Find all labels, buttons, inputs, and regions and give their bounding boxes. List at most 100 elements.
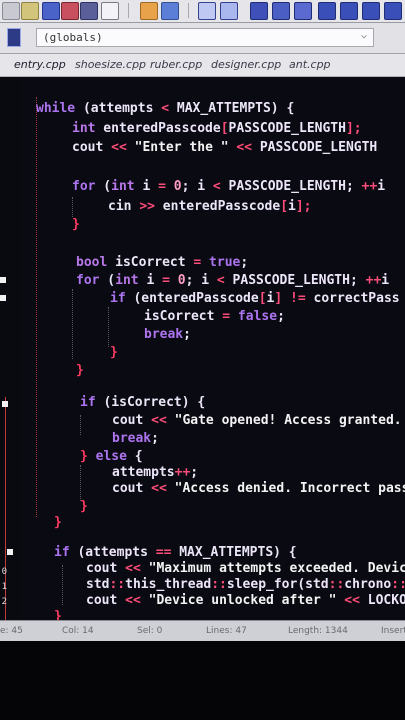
code-token: cout	[72, 140, 112, 155]
code-line[interactable]: if (attempts == MAX_ATTEMPTS) {	[54, 545, 297, 561]
code-token: LOCKOUT	[367, 593, 405, 608]
code-token: false	[230, 309, 278, 324]
find-icon[interactable]	[198, 2, 216, 20]
compile-icon[interactable]	[250, 2, 268, 20]
code-token: int	[115, 273, 139, 288]
code-line[interactable]: std::this_thread::sleep_for(std::chrono:…	[86, 577, 405, 593]
indent-guide	[72, 289, 73, 359]
debug-icon[interactable]	[318, 2, 336, 20]
code-line[interactable]: break;	[112, 431, 159, 447]
code-token: i	[288, 199, 296, 214]
code-token: sleep_for(std	[226, 577, 329, 592]
indent-guide	[36, 97, 37, 517]
code-line[interactable]: }	[54, 609, 62, 620]
code-line[interactable]: while (attempts < MAX_ATTEMPTS) {	[36, 101, 294, 117]
code-line[interactable]: }	[72, 217, 80, 233]
chevron-down-icon[interactable]: ⌵	[361, 30, 367, 41]
tab-entry[interactable]: entry.cpp	[14, 58, 66, 71]
fold-marker-icon[interactable]	[2, 401, 8, 407]
status-bar: e: 45 Col: 14 Sel: 0 Lines: 47 Length: 1…	[0, 620, 405, 641]
run-icon[interactable]	[272, 2, 290, 20]
code-token: chrono	[344, 577, 392, 592]
code-token: i	[134, 179, 159, 194]
code-line[interactable]: if (isCorrect) {	[80, 395, 205, 411]
status-mode: Insert	[381, 626, 405, 636]
code-editor[interactable]: while (attempts < MAX_ATTEMPTS) { int ent…	[22, 77, 405, 620]
code-line[interactable]: int enteredPasscode[PASSCODE_LENGTH];	[72, 121, 362, 137]
print-icon[interactable]	[101, 2, 119, 20]
code-token: isCorrect	[144, 309, 223, 324]
code-line[interactable]: bool isCorrect = true;	[76, 255, 248, 271]
code-token: }	[110, 345, 118, 360]
code-line[interactable]: cin >> enteredPasscode[i];	[108, 199, 312, 215]
code-token: true	[201, 255, 241, 270]
code-token: ; i	[185, 273, 217, 288]
code-token: ++	[365, 273, 382, 288]
stop-icon[interactable]	[340, 2, 358, 20]
options-icon[interactable]	[384, 2, 402, 20]
scope-bar: (globals) ⌵	[0, 23, 405, 54]
status-length: Length: 1344	[288, 626, 348, 636]
code-token: }	[76, 363, 84, 378]
tab-designer[interactable]: designer.cpp	[211, 58, 281, 71]
profile-icon[interactable]	[362, 2, 380, 20]
code-token: ;	[183, 327, 191, 342]
close-file-icon[interactable]	[80, 2, 98, 20]
code-line[interactable]: cout << "Gate opened! Access granted.	[112, 413, 402, 429]
code-token: cout	[86, 593, 126, 608]
code-token: PASSCODE_LENGTH;	[220, 179, 362, 194]
save-icon[interactable]	[42, 2, 60, 20]
code-line[interactable]: if (enteredPasscode[i] != correctPass	[110, 291, 400, 307]
code-token: ];	[295, 199, 312, 214]
fold-marker-icon[interactable]	[0, 277, 6, 283]
tab-ruber[interactable]: ruber.cpp	[150, 58, 202, 71]
redo-icon[interactable]	[161, 2, 179, 20]
code-line[interactable]: } else {	[80, 449, 143, 465]
code-token: for	[76, 273, 100, 288]
code-line[interactable]: attempts++;	[112, 465, 198, 481]
tab-shoesize[interactable]: shoesize.cpp	[75, 58, 146, 71]
code-line[interactable]: cout << "Access denied. Incorrect pass	[112, 481, 405, 497]
code-token: "Enter the "	[126, 140, 237, 155]
undo-icon[interactable]	[140, 2, 158, 20]
code-line[interactable]: }	[80, 499, 88, 515]
code-token: enteredPasscode	[154, 199, 281, 214]
save-all-icon[interactable]	[61, 2, 79, 20]
class-browser-icon[interactable]	[7, 28, 21, 47]
code-token: break	[112, 431, 152, 446]
code-line[interactable]: cout << "Maximum attempts exceeded. Devi…	[86, 561, 405, 577]
code-line[interactable]: for (int i = 0; i < PASSCODE_LENGTH; ++i	[76, 273, 389, 289]
code-token: "Access denied. Incorrect pass	[166, 481, 405, 496]
code-token: for	[72, 179, 96, 194]
replace-icon[interactable]	[220, 2, 238, 20]
indent-guide	[62, 565, 63, 605]
new-file-icon[interactable]	[2, 2, 20, 20]
code-token: "Maximum attempts exceeded. Device	[140, 561, 405, 576]
code-line[interactable]: isCorrect = false;	[144, 309, 285, 325]
code-line[interactable]: cout << "Device unlocked after " << LOCK…	[86, 593, 405, 609]
code-token: 0	[177, 273, 186, 288]
status-selection: Sel: 0	[137, 626, 163, 636]
compile-run-icon[interactable]	[294, 2, 312, 20]
status-lines: Lines: 47	[206, 626, 247, 636]
fold-marker-icon[interactable]	[7, 549, 13, 555]
code-line[interactable]: }	[110, 345, 118, 361]
indent-guide	[72, 197, 73, 217]
code-line[interactable]: }	[54, 515, 62, 531]
tab-ant[interactable]: ant.cpp	[289, 58, 331, 71]
code-token: <	[212, 179, 221, 194]
code-token: !=	[290, 291, 306, 306]
code-line[interactable]: break;	[144, 327, 191, 343]
scope-dropdown[interactable]: (globals) ⌵	[36, 28, 374, 47]
open-file-icon[interactable]	[21, 2, 39, 20]
code-token: PASSCODE_LENGTH;	[224, 273, 366, 288]
code-line[interactable]: cout << "Enter the " << PASSCODE_LENGTH	[72, 140, 377, 156]
fold-marker-icon[interactable]	[0, 295, 6, 301]
code-token: "Gate opened! Access granted.	[166, 413, 402, 428]
code-token: [	[220, 121, 229, 136]
code-line[interactable]: for (int i = 0; i < PASSCODE_LENGTH; ++i	[72, 179, 385, 195]
code-line[interactable]: }	[76, 363, 84, 379]
code-token: cout	[112, 481, 152, 496]
code-token: std	[86, 577, 110, 592]
